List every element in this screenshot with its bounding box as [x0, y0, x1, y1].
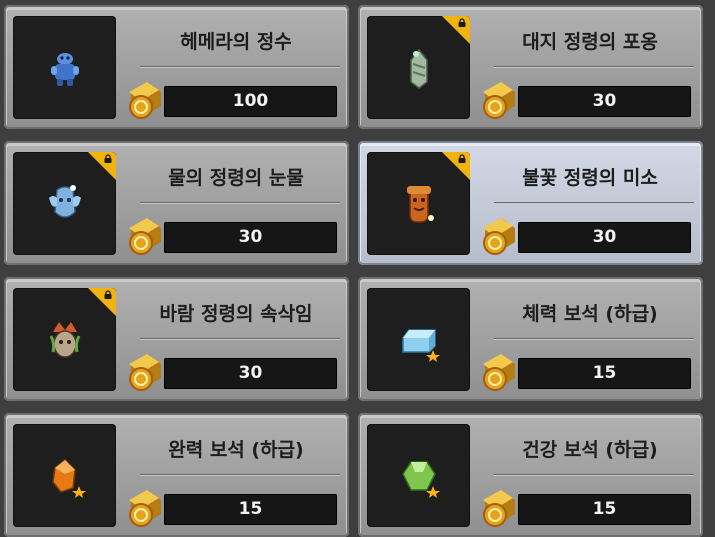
blue-golem-icon — [51, 53, 79, 86]
coin-icon — [483, 490, 515, 527]
item-name: 건강 보석 (하급) — [522, 439, 658, 461]
cost-display: 15 — [164, 494, 337, 525]
item-name: 대지 정령의 포옹 — [522, 31, 658, 53]
coin-icon — [129, 82, 161, 119]
divider — [494, 474, 694, 475]
water-spirit-icon — [49, 185, 81, 218]
cost-display: 30 — [518, 222, 691, 253]
item-thumbnail — [367, 288, 470, 391]
divider — [494, 66, 694, 67]
item-name: 물의 정령의 눈물 — [168, 167, 304, 189]
item-thumbnail — [13, 288, 116, 391]
coin-icon — [129, 218, 161, 255]
orange-gem-icon — [52, 458, 86, 498]
earth-spirit-icon — [410, 48, 428, 89]
item-thumbnail — [367, 152, 470, 255]
shop-item-card[interactable]: 완력 보석 (하급) 15 — [4, 413, 349, 537]
shop-item-card[interactable]: 대지 정령의 포옹 30 — [358, 5, 703, 129]
blue-gem-icon — [402, 329, 440, 362]
wind-spirit-icon — [49, 322, 81, 358]
coin-icon — [483, 82, 515, 119]
coin-icon — [129, 490, 161, 527]
cost-display: 15 — [518, 494, 691, 525]
green-gem-icon — [402, 461, 440, 498]
item-name: 완력 보석 (하급) — [168, 439, 304, 461]
item-name: 헤메라의 정수 — [180, 31, 292, 53]
item-thumbnail — [13, 16, 116, 119]
item-name: 불꽃 정령의 미소 — [522, 167, 658, 189]
item-name: 바람 정령의 속삭임 — [159, 303, 313, 325]
divider — [140, 338, 340, 339]
shop-item-card-selected[interactable]: 불꽃 정령의 미소 30 — [358, 141, 703, 265]
divider — [140, 474, 340, 475]
item-thumbnail — [13, 424, 116, 527]
divider — [140, 202, 340, 203]
shop-item-card[interactable]: 헤메라의 정수 100 — [4, 5, 349, 129]
cost-display: 30 — [518, 86, 691, 117]
cost-display: 15 — [518, 358, 691, 389]
item-thumbnail — [367, 16, 470, 119]
cost-display: 30 — [164, 358, 337, 389]
item-name: 체력 보석 (하급) — [522, 303, 658, 325]
lock-icon — [104, 290, 112, 299]
shop-item-card[interactable]: 바람 정령의 속삭임 30 — [4, 277, 349, 401]
divider — [494, 202, 694, 203]
coin-icon — [483, 218, 515, 255]
divider — [494, 338, 694, 339]
shop-item-card[interactable]: 물의 정령의 눈물 30 — [4, 141, 349, 265]
lock-icon — [458, 18, 466, 27]
cost-display: 30 — [164, 222, 337, 253]
fire-spirit-icon — [407, 186, 434, 223]
cost-display: 100 — [164, 86, 337, 117]
shop-item-card[interactable]: 건강 보석 (하급) 15 — [358, 413, 703, 537]
divider — [140, 66, 340, 67]
lock-icon — [458, 154, 466, 163]
lock-icon — [104, 154, 112, 163]
shop-item-card[interactable]: 체력 보석 (하급) 15 — [358, 277, 703, 401]
item-thumbnail — [367, 424, 470, 527]
coin-icon — [129, 354, 161, 391]
item-thumbnail — [13, 152, 116, 255]
coin-icon — [483, 354, 515, 391]
